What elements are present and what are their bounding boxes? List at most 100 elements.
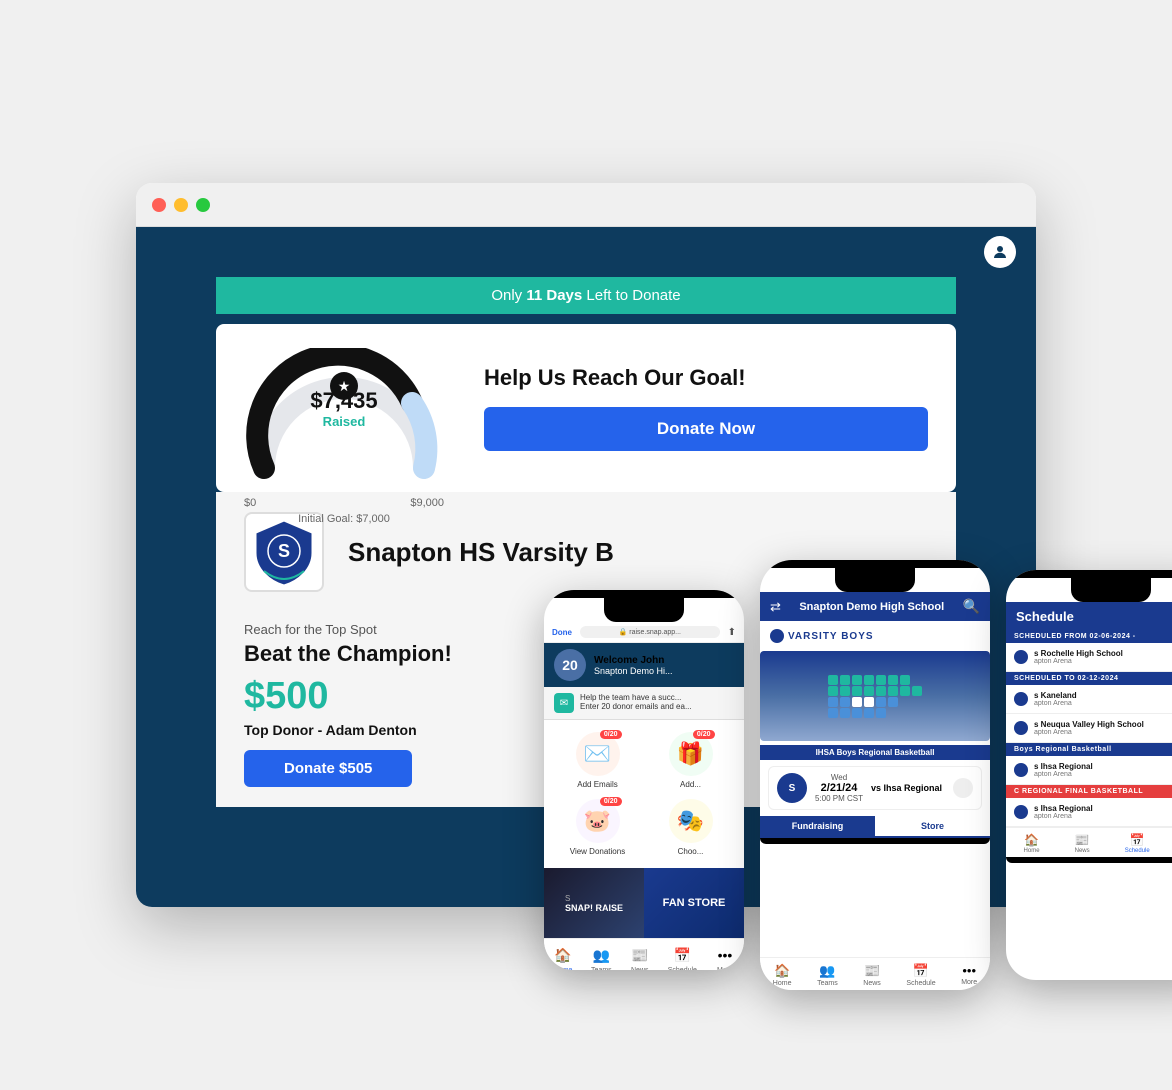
phones-wrapper: Done 🔒 raise.snap.app... ⬆ 20 Welcome Jo… bbox=[544, 560, 1172, 990]
phone1-promo: S SNAP! RAISE FAN STORE bbox=[544, 868, 744, 938]
phone3-schedule-title: Schedule bbox=[1016, 609, 1074, 624]
more-icon: ••• bbox=[715, 945, 735, 965]
phone3-nav-schedule[interactable]: 📅 Schedule bbox=[1125, 833, 1150, 854]
tab-store[interactable]: Store bbox=[875, 816, 990, 836]
phone1-nav-more[interactable]: ••• More bbox=[715, 945, 735, 970]
news-icon: 📰 bbox=[630, 945, 650, 965]
phone1-subtitle: Snapton Demo Hi... bbox=[594, 666, 673, 676]
phone1-task-subtext: Enter 20 donor emails and ea... bbox=[580, 702, 692, 711]
phone1-badge-emails: 0/20 bbox=[600, 730, 622, 739]
maximize-button[interactable] bbox=[196, 198, 210, 212]
phone1-view-donations-icon: 🐷 0/20 bbox=[576, 799, 620, 843]
home-icon: 🏠 bbox=[1024, 833, 1039, 847]
phone1-notch bbox=[604, 598, 684, 622]
phone1-greeting: Welcome John bbox=[594, 655, 673, 666]
phone2-nav-home[interactable]: 🏠 Home bbox=[773, 963, 792, 987]
news-icon: 📰 bbox=[1075, 833, 1090, 847]
phone3-nav-home[interactable]: 🏠 Home bbox=[1024, 833, 1040, 854]
phone3-game-3: s Neuqua Valley High School apton Arena bbox=[1006, 714, 1172, 743]
gauge-raised: Raised bbox=[310, 414, 377, 429]
phone1-nav-home[interactable]: 🏠 Home bbox=[553, 945, 573, 970]
tab-fundraising[interactable]: Fundraising bbox=[760, 816, 875, 836]
phone3-game-5: s Ihsa Regional apton Arena bbox=[1006, 798, 1172, 827]
gauge-labels: $0 $9,000 bbox=[244, 497, 444, 509]
phone1-nav-schedule[interactable]: 📅 Schedule bbox=[668, 945, 697, 970]
phone1-avatar: 20 bbox=[554, 649, 586, 681]
fundraiser-right: Help Us Reach Our Goal! Donate Now bbox=[484, 365, 928, 451]
phone-snap-raise: Done 🔒 raise.snap.app... ⬆ 20 Welcome Jo… bbox=[544, 590, 744, 970]
donate-now-button[interactable]: Donate Now bbox=[484, 407, 928, 451]
phone1-action-add[interactable]: 🎁 0/20 Add... bbox=[649, 732, 732, 789]
home-icon: 🏠 bbox=[553, 945, 573, 965]
minimize-button[interactable] bbox=[174, 198, 188, 212]
phone2-team-logo: S bbox=[777, 773, 807, 803]
phone1-nav-news[interactable]: 📰 News bbox=[630, 945, 650, 970]
phone3-game-2: s Kaneland apton Arena bbox=[1006, 685, 1172, 714]
banner-prefix: Only bbox=[491, 287, 526, 304]
phone2-nav-news[interactable]: 📰 News bbox=[863, 963, 881, 987]
team-dot bbox=[1014, 721, 1028, 735]
team-shield-icon: S bbox=[254, 519, 314, 585]
donation-banner: Only 11 Days Left to Donate bbox=[216, 277, 956, 314]
teams-icon: 👥 bbox=[591, 945, 611, 965]
phone3-game-5-info: s Ihsa Regional apton Arena bbox=[1034, 804, 1172, 820]
phone1-fan-label: FAN STORE bbox=[663, 897, 726, 909]
close-button[interactable] bbox=[152, 198, 166, 212]
phone2-game-day: Wed bbox=[815, 773, 863, 782]
donate-sub-button[interactable]: Donate $505 bbox=[244, 750, 412, 787]
phone3-game-2-info: s Kaneland apton Arena bbox=[1034, 691, 1172, 707]
phone1-browser-bar: Done 🔒 raise.snap.app... ⬆ bbox=[544, 622, 744, 643]
phone1-add-label: Add... bbox=[680, 780, 701, 789]
phone2-varsity-label: VARSITY BOYS bbox=[770, 629, 980, 643]
phone3-section-from: SCHEDULED FROM 02-06-2024 - bbox=[1006, 630, 1172, 643]
phone2-varsity-section: VARSITY BOYS bbox=[760, 621, 990, 647]
phone2-nav-schedule[interactable]: 📅 Schedule bbox=[906, 963, 935, 987]
user-avatar[interactable] bbox=[984, 236, 1016, 268]
phone1-add-emails-label: Add Emails bbox=[577, 780, 617, 789]
phone-varsity: ⇄ Snapton Demo High School 🔍 VARSITY BOY… bbox=[760, 560, 990, 990]
phone1-action-view-donations[interactable]: 🐷 0/20 View Donations bbox=[556, 799, 639, 856]
phone1-action-choose[interactable]: 🎭 Choo... bbox=[649, 799, 732, 856]
gauge-container: ★ $7,435 Raised $0 $9,000 Initial Goal: … bbox=[244, 348, 444, 468]
phone2-tabs: Fundraising Store bbox=[760, 816, 990, 838]
phone2-header: ⇄ Snapton Demo High School 🔍 bbox=[760, 592, 990, 621]
phone1-view-donations-label: View Donations bbox=[570, 847, 625, 856]
phone1-task-icon: ✉ bbox=[554, 693, 574, 713]
phone2-nav-more[interactable]: ••• More bbox=[961, 963, 977, 987]
phone1-badge-add: 0/20 bbox=[693, 730, 715, 739]
phone2-bottom-nav: 🏠 Home 👥 Teams 📰 News 📅 Schedule ••• bbox=[760, 957, 990, 990]
gauge-start: $0 bbox=[244, 497, 256, 509]
phone1-nav-teams[interactable]: 👥 Teams bbox=[591, 945, 612, 970]
phone3-section-to: SCHEDULED TO 02-12-2024 bbox=[1006, 672, 1172, 685]
svg-text:S: S bbox=[278, 541, 290, 561]
phone1-choose-icon: 🎭 bbox=[669, 799, 713, 843]
phone2-game-icon bbox=[953, 778, 973, 798]
phone3-game-1-info: s Rochelle High School apton Arena bbox=[1034, 649, 1172, 665]
gauge-goal: Initial Goal: $7,000 bbox=[244, 513, 444, 525]
gauge-amount: $7,435 bbox=[310, 388, 377, 414]
phone2-game-date-num: 2/21/24 bbox=[815, 782, 863, 794]
schedule-icon: 📅 bbox=[1130, 833, 1145, 847]
phone3-header: Schedule ≡ bbox=[1006, 602, 1172, 630]
phone1-done-label[interactable]: Done bbox=[552, 628, 572, 637]
phone1-action-add-emails[interactable]: ✉️ 0/20 Add Emails bbox=[556, 732, 639, 789]
phone1-actions: ✉️ 0/20 Add Emails 🎁 0/20 Add... 🐷 0/2 bbox=[544, 720, 744, 868]
phone1-fan-promo: FAN STORE bbox=[644, 868, 744, 938]
phone2-game-date: Wed 2/21/24 5:00 PM CST bbox=[815, 773, 863, 803]
gauge-center-text: $7,435 Raised bbox=[310, 388, 377, 429]
fundraiser-goal-title: Help Us Reach Our Goal! bbox=[484, 365, 928, 391]
phone1-avatar-number: 20 bbox=[562, 657, 578, 673]
team-dot bbox=[1014, 692, 1028, 706]
phone2-header-title: Snapton Demo High School bbox=[799, 601, 944, 613]
phone2-event-banner: IHSA Boys Regional Basketball bbox=[760, 745, 990, 760]
phone2-game-time: 5:00 PM CST bbox=[815, 794, 863, 803]
news-icon: 📰 bbox=[864, 963, 880, 979]
phone1-add-icon: 🎁 0/20 bbox=[669, 732, 713, 776]
team-dot bbox=[1014, 650, 1028, 664]
phone1-badge-donations: 0/20 bbox=[600, 797, 622, 806]
phone3-notch bbox=[1071, 578, 1151, 602]
phone3-nav-news[interactable]: 📰 News bbox=[1075, 833, 1090, 854]
phone2-nav-teams[interactable]: 👥 Teams bbox=[817, 963, 838, 987]
phone2-notch bbox=[835, 568, 915, 592]
phone2-section-label: VARSITY BOYS bbox=[788, 631, 874, 642]
